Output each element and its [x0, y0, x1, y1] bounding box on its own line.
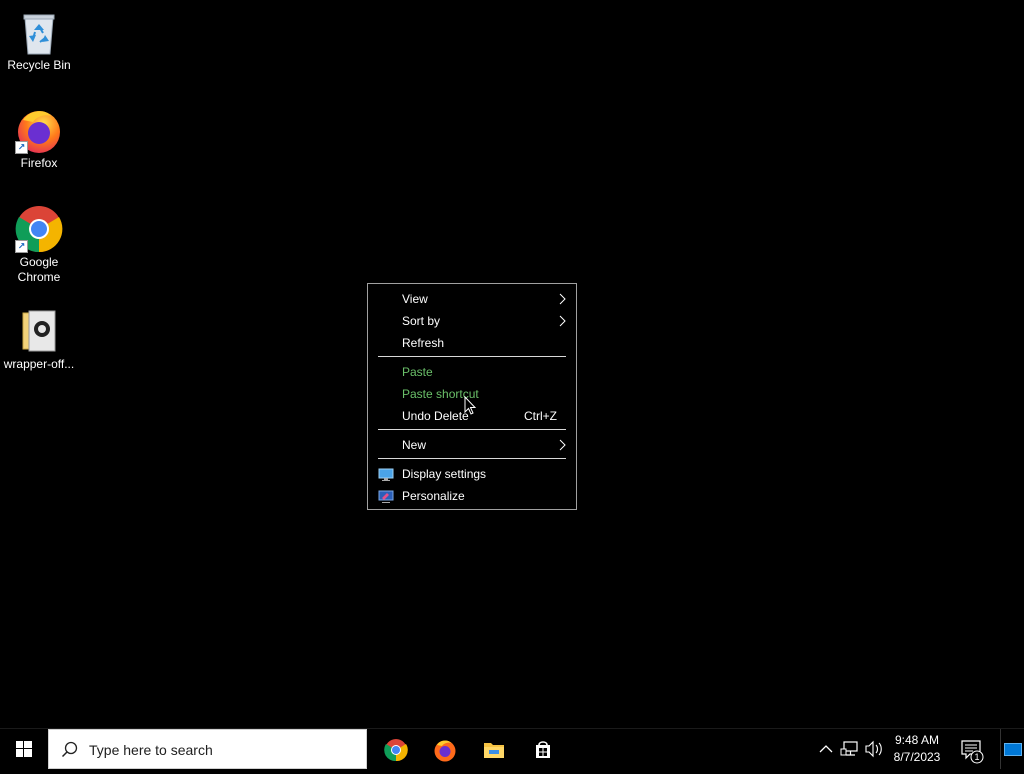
- taskbar-chrome[interactable]: [371, 729, 419, 769]
- network-icon: [840, 741, 858, 756]
- shortcut-arrow-icon: ↗: [15, 240, 28, 253]
- menu-item-shortcut: Ctrl+Z: [524, 409, 557, 423]
- desktop-icon-firefox[interactable]: ↗ Firefox: [0, 106, 78, 171]
- desktop-icon-label: Recycle Bin: [7, 58, 71, 72]
- taskbar-firefox[interactable]: [420, 729, 468, 769]
- desktop-icon-google-chrome[interactable]: ↗ Google Chrome: [0, 205, 78, 285]
- menu-item-label: New: [402, 438, 427, 452]
- menu-item-display-settings[interactable]: Display settings: [369, 463, 575, 485]
- desktop-icon-recycle-bin[interactable]: Recycle Bin: [0, 8, 78, 73]
- menu-item-label: View: [402, 292, 428, 306]
- chevron-up-icon: [819, 745, 833, 753]
- notification-icon: [961, 740, 984, 764]
- taskbar-store[interactable]: [518, 729, 566, 769]
- menu-item-personalize[interactable]: Personalize: [369, 485, 575, 507]
- desktop-icon-label: Firefox: [20, 156, 58, 170]
- menu-item-label: Personalize: [402, 489, 465, 503]
- menu-item-refresh[interactable]: Refresh: [369, 332, 575, 354]
- volume-icon: [865, 740, 882, 758]
- taskbar: Type here to search 9:48 AM 8/7/2023 1: [0, 728, 1024, 769]
- search-icon: [61, 741, 79, 759]
- menu-item-label: Undo Delete: [402, 409, 469, 423]
- start-button[interactable]: [0, 729, 48, 769]
- firefox-icon: ↗: [15, 106, 63, 154]
- menu-item-label: Paste: [402, 365, 433, 379]
- taskbar-search-box[interactable]: Type here to search: [48, 729, 367, 769]
- show-hidden-icons-button[interactable]: [814, 729, 838, 769]
- personalize-icon: [378, 489, 394, 503]
- firefox-icon: [434, 740, 456, 762]
- store-icon: [536, 741, 550, 758]
- shortcut-arrow-icon: ↗: [15, 141, 28, 154]
- action-center-button[interactable]: 1: [954, 729, 988, 769]
- recycle-bin-icon: [15, 8, 63, 56]
- volume-button[interactable]: [862, 729, 886, 769]
- chrome-icon: ↗: [15, 205, 63, 253]
- display-settings-icon: [378, 467, 394, 481]
- network-button[interactable]: [838, 729, 862, 769]
- file-explorer-icon: [484, 743, 504, 758]
- show-desktop-icon: [1004, 743, 1022, 756]
- menu-item-paste[interactable]: Paste: [369, 361, 575, 383]
- menu-item-new[interactable]: New: [369, 434, 575, 456]
- taskbar-clock[interactable]: 9:48 AM 8/7/2023: [886, 729, 948, 769]
- desktop-icon-wrapper-file[interactable]: wrapper-off...: [0, 307, 78, 372]
- desktop-icon-label: Google Chrome: [17, 255, 61, 284]
- desktop-icon-label: wrapper-off...: [3, 357, 75, 371]
- chrome-icon: [384, 739, 408, 762]
- menu-separator: [378, 356, 566, 357]
- menu-item-view[interactable]: View: [369, 288, 575, 310]
- clock-time: 9:48 AM: [894, 733, 940, 747]
- menu-separator: [378, 429, 566, 430]
- menu-item-label: Display settings: [402, 467, 487, 481]
- show-desktop-button[interactable]: [1001, 729, 1024, 769]
- notification-badge: 1: [974, 752, 980, 762]
- menu-separator: [378, 458, 566, 459]
- windows-logo-icon: [16, 741, 32, 762]
- mouse-cursor-icon: [464, 395, 478, 416]
- menu-item-label: Refresh: [402, 336, 445, 350]
- menu-item-sort-by[interactable]: Sort by: [369, 310, 575, 332]
- search-placeholder: Type here to search: [89, 742, 213, 758]
- desktop[interactable]: Recycle Bin ↗ Firefox ↗ Google Chrome wr…: [0, 0, 1024, 728]
- folder-zip-icon: [15, 307, 63, 355]
- clock-date: 8/7/2023: [893, 750, 941, 764]
- taskbar-file-explorer[interactable]: [469, 729, 517, 769]
- menu-item-label: Sort by: [402, 314, 441, 328]
